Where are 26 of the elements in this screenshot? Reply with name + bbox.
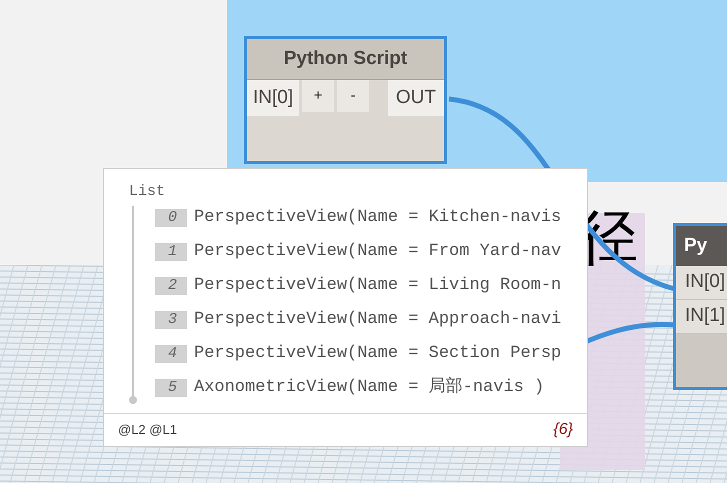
tree-line-icon [129,206,137,406]
output-port[interactable]: OUT [388,80,444,116]
add-input-button[interactable]: + [302,80,334,112]
list-item-text: PerspectiveView(Name = Living Room-n [194,275,562,298]
list-index: 4 [155,345,187,363]
list-item-text: PerspectiveView(Name = From Yard-nav [194,241,562,264]
list-item-text: AxonometricView(Name = 局部-navis ) [194,376,544,400]
python-node[interactable]: Python Script IN[0] + - OUT [244,36,447,164]
item-count: {6} [553,420,573,440]
python-node[interactable]: Py IN[0] IN[1] [673,223,727,390]
list-item-text: PerspectiveView(Name = Section Persp [194,343,562,366]
list-index: 5 [155,379,187,397]
list-title: List [129,182,166,202]
list-index: 1 [155,243,187,261]
input-port[interactable]: IN[0] [676,266,727,300]
list-levels: @L2 @L1 [118,421,177,440]
list-item-text: PerspectiveView(Name = Approach-navi [194,309,562,332]
remove-input-button[interactable]: - [337,80,370,112]
list-index: 3 [155,311,187,329]
node-title: Py [676,226,727,266]
list-index: 0 [155,209,187,227]
list-item-text: PerspectiveView(Name = Kitchen-navis [194,207,562,230]
input-port[interactable]: IN[0] [247,80,300,116]
node-title: Python Script [247,39,444,80]
input-port[interactable]: IN[1] [676,300,727,334]
list-index: 2 [155,277,187,295]
